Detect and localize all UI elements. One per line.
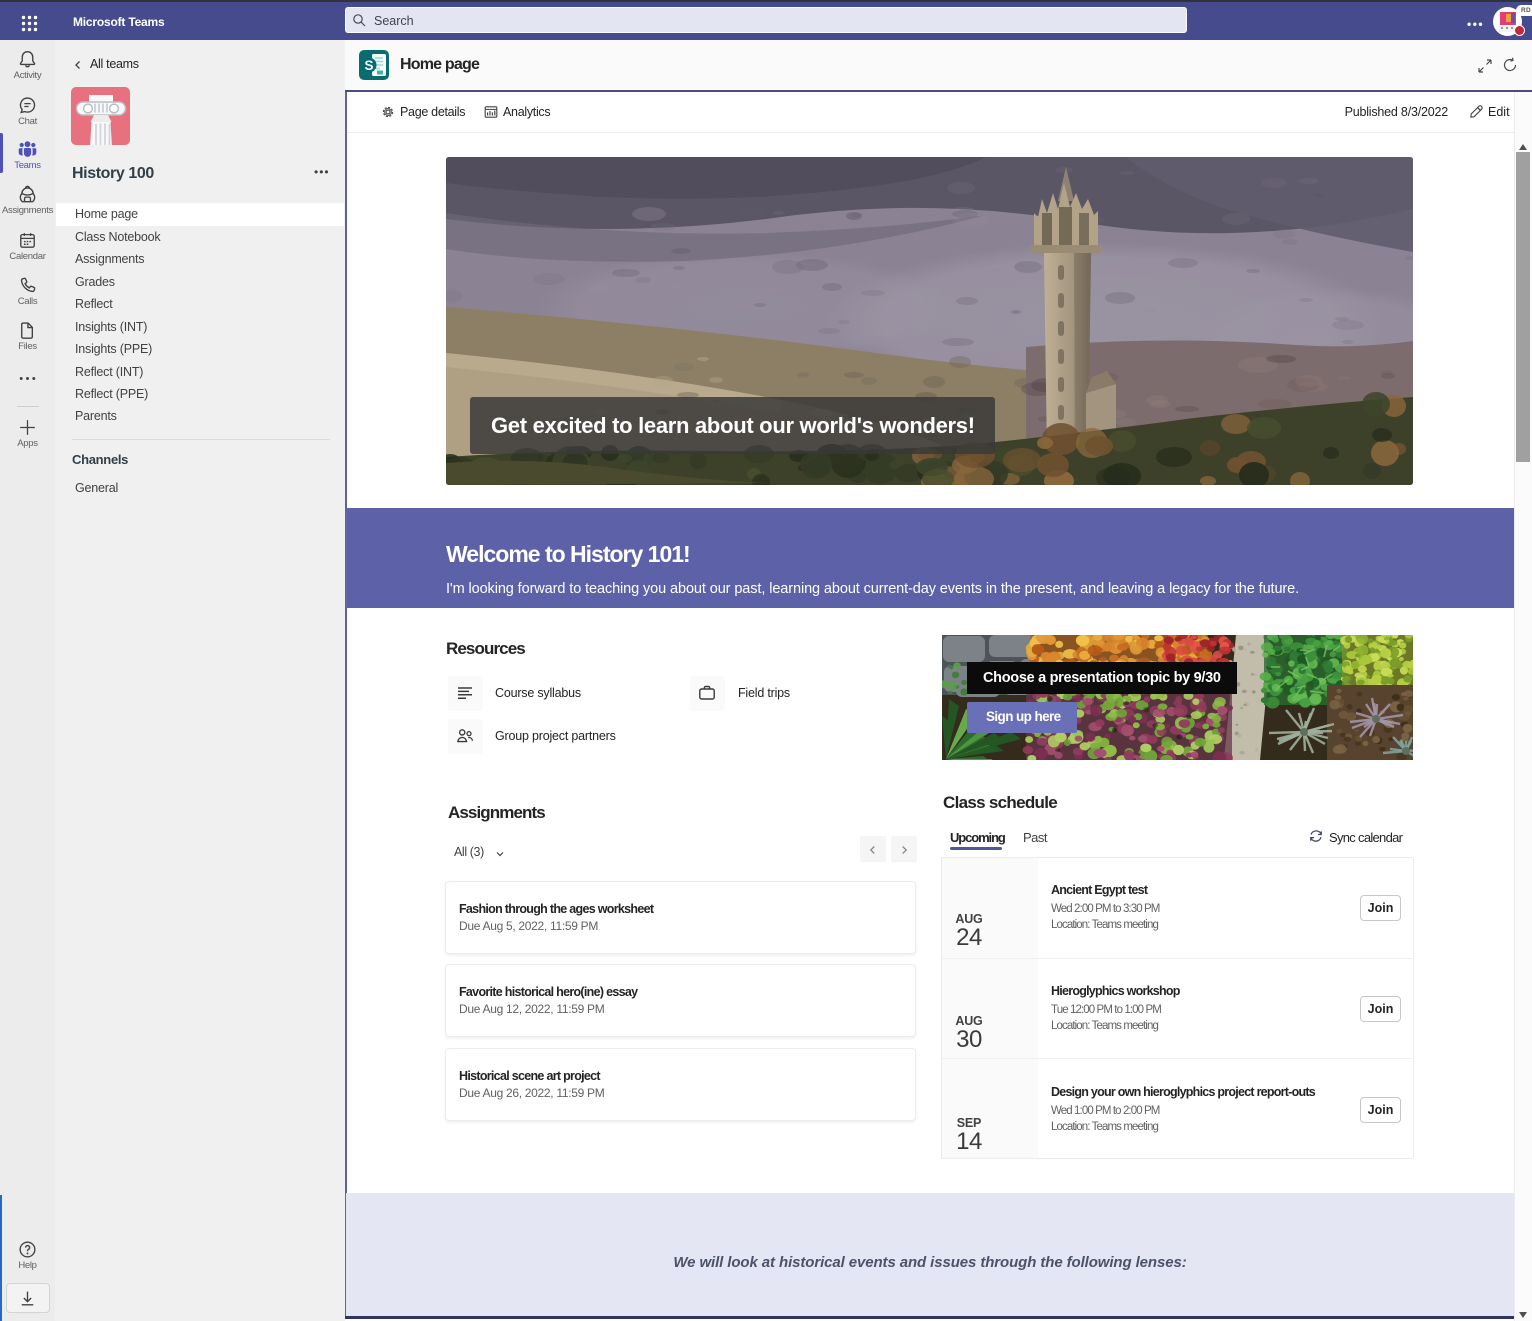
- svg-text:S: S: [364, 58, 373, 73]
